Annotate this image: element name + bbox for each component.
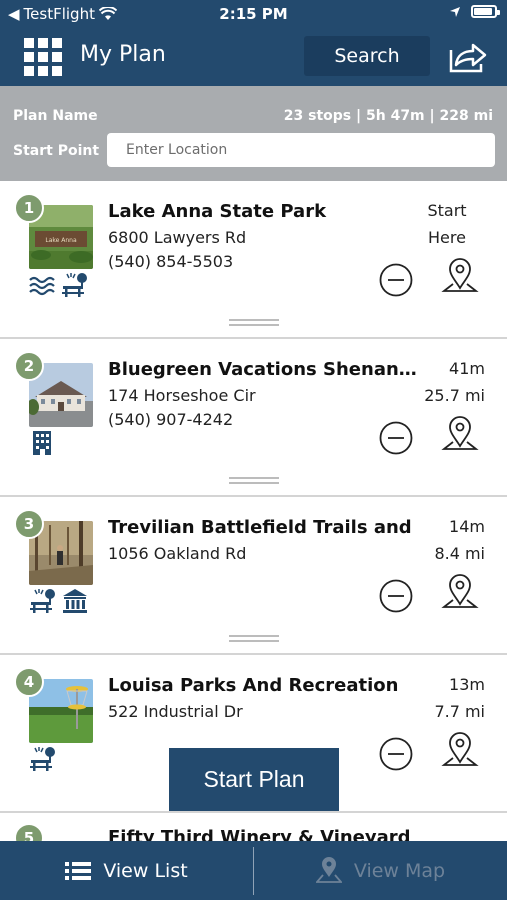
plan-stats: 23 stops | 5h 47m | 228 mi	[283, 108, 493, 124]
lodging-icon	[33, 431, 51, 455]
stop-name[interactable]: Louisa Parks And Recreation	[108, 675, 418, 696]
list-icon	[65, 861, 92, 880]
svg-text:Lake Anna: Lake Anna	[45, 237, 77, 244]
location-arrow-icon	[450, 6, 460, 17]
stop-distance: 25.7 mi	[424, 386, 485, 405]
nav-bar: My Plan Search	[0, 28, 507, 86]
status-bar: ◀ TestFlight 2:15 PM	[0, 0, 507, 28]
tab-view-list-label: View List	[103, 859, 188, 882]
drag-handle[interactable]	[229, 635, 279, 643]
stop-drive-time: 14m	[449, 517, 485, 536]
stop-address: 6800 Lawyers Rd	[108, 228, 247, 247]
amenity-icons	[29, 272, 89, 298]
remove-stop-button[interactable]	[379, 579, 413, 613]
drag-handle[interactable]	[229, 477, 279, 485]
map-pin-button[interactable]	[441, 416, 479, 456]
stop-drive-time: Start	[427, 201, 467, 220]
stop-card-2[interactable]: 2 Bluegreen Vacations Shenandoah 174 Hor…	[0, 339, 507, 497]
picnic-icon	[30, 747, 55, 771]
stop-number-badge: 1	[14, 193, 44, 223]
stop-number-badge: 5	[14, 823, 44, 841]
stop-name[interactable]: Bluegreen Vacations Shenandoah	[108, 359, 418, 380]
plan-name-label[interactable]: Plan Name	[13, 108, 98, 124]
start-plan-button[interactable]: Start Plan	[169, 748, 339, 811]
search-button[interactable]: Search	[304, 36, 430, 76]
map-pin-icon	[315, 856, 342, 883]
amenity-icons	[29, 588, 89, 614]
status-time: 2:15 PM	[219, 5, 288, 23]
stop-name[interactable]: Trevilian Battlefield Trails and	[108, 517, 418, 538]
map-pin-button[interactable]	[441, 258, 479, 298]
tab-view-map-label: View Map	[353, 859, 446, 882]
stop-address: 522 Industrial Dr	[108, 702, 243, 721]
picnic-icon	[62, 273, 87, 297]
battery-icon	[471, 5, 500, 18]
start-point-label: Start Point	[13, 143, 100, 159]
stop-number-badge: 2	[14, 351, 44, 381]
bottom-tab-bar: View List View Map	[0, 841, 507, 900]
plan-info-bar: Plan Name 23 stops | 5h 47m | 228 mi Sta…	[0, 86, 507, 181]
remove-stop-button[interactable]	[379, 421, 413, 455]
stop-distance: 8.4 mi	[434, 544, 485, 563]
page-title: My Plan	[80, 42, 166, 67]
status-right	[449, 5, 500, 18]
museum-icon	[63, 589, 87, 613]
stop-card-3[interactable]: 3 Trevilian Battlefield Trails and 1056 …	[0, 497, 507, 655]
stop-distance: Here	[428, 228, 466, 247]
stop-name[interactable]: Lake Anna State Park	[108, 201, 418, 222]
map-pin-button[interactable]	[441, 574, 479, 614]
stop-number-badge: 4	[14, 667, 44, 697]
stop-phone[interactable]: (540) 854-5503	[108, 252, 233, 271]
stop-distance: 7.7 mi	[434, 702, 485, 721]
amenity-icons	[29, 430, 57, 456]
stop-card-1[interactable]: 1 Lake Anna Lake Anna State Park 6800 La…	[0, 181, 507, 339]
tab-view-list[interactable]: View List	[0, 841, 253, 900]
stop-address: 1056 Oakland Rd	[108, 544, 247, 563]
stop-drive-time: 41m	[449, 359, 485, 378]
stops-list: 1 Lake Anna Lake Anna State Park 6800 La…	[0, 181, 507, 841]
amenity-icons	[29, 746, 57, 772]
picnic-icon	[30, 589, 55, 613]
tab-view-map[interactable]: View Map	[254, 841, 507, 900]
stop-card-5[interactable]: 5 Fifty Third Winery & Vineyard	[0, 813, 507, 841]
stop-name[interactable]: Fifty Third Winery & Vineyard	[108, 827, 411, 841]
stop-address: 174 Horseshoe Cir	[108, 386, 256, 405]
remove-stop-button[interactable]	[379, 737, 413, 771]
drag-handle[interactable]	[229, 319, 279, 327]
stop-number-badge: 3	[14, 509, 44, 539]
start-location-input[interactable]	[107, 133, 495, 167]
water-icon	[29, 276, 55, 296]
stop-drive-time: 13m	[449, 675, 485, 694]
remove-stop-button[interactable]	[379, 263, 413, 297]
top-bar: ◀ TestFlight 2:15 PM My Plan Search	[0, 0, 507, 86]
map-pin-button[interactable]	[441, 732, 479, 772]
grid-menu-icon[interactable]	[24, 38, 62, 76]
stop-phone[interactable]: (540) 907-4242	[108, 410, 233, 429]
share-icon[interactable]	[447, 40, 489, 74]
